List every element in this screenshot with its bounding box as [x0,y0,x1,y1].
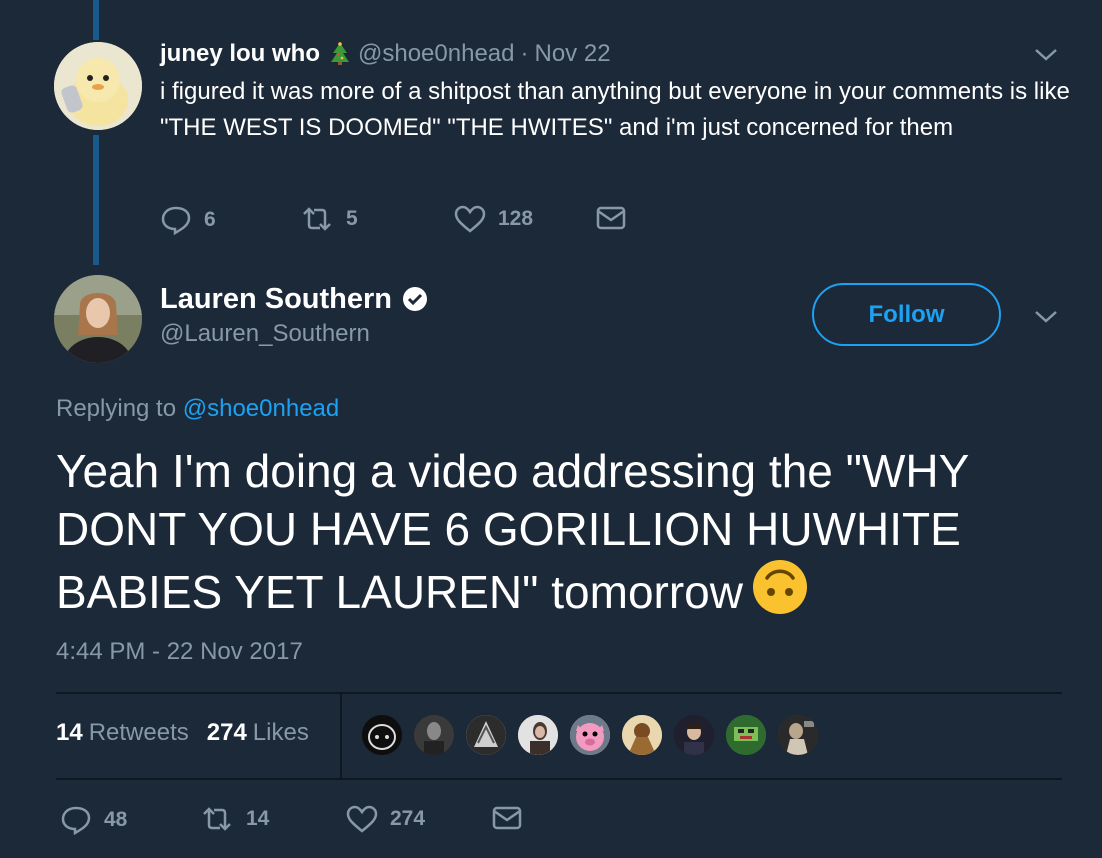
main-author-name[interactable]: Lauren Southern [160,283,392,316]
tweet-timestamp[interactable]: 4:44 PM - 22 Nov 2017 [56,638,303,666]
like-count: 274 [390,807,426,830]
reply-separator: · [520,40,529,67]
liker-avatar[interactable] [412,713,456,757]
liker-avatar[interactable] [516,713,560,757]
retweets-stat[interactable]: 14 Retweets [56,719,189,747]
replying-prefix: Replying to [56,395,177,422]
liker-avatars [360,713,828,757]
chevron-down-icon[interactable] [1032,306,1060,326]
reply-text: i figured it was more of a shitpost than… [160,78,1070,141]
like-count: 128 [498,207,534,230]
dm-button[interactable] [596,205,626,231]
reply-icon [61,806,91,835]
like-icon [454,205,486,233]
liker-avatar[interactable] [568,713,612,757]
likes-stat-count: 274 [206,719,247,746]
dm-icon [596,206,626,230]
retweet-count: 5 [346,207,358,230]
reply-button[interactable]: 6 [160,205,216,235]
retweet-button[interactable]: 14 [200,805,269,833]
main-author-handle[interactable]: @Lauren_Southern [160,320,370,348]
dm-button[interactable] [492,805,522,831]
reply-button[interactable]: 48 [60,805,127,835]
upside-down-face-emoji [751,558,809,629]
verified-icon [402,286,428,312]
follow-button[interactable]: Follow [812,283,1001,346]
dm-icon [492,806,522,830]
reply-avatar[interactable] [54,42,142,130]
tweet-stats: 14 Retweets 274 Likes [56,719,327,747]
liker-avatar[interactable] [464,713,508,757]
divider [340,693,342,779]
retweet-count: 14 [246,807,270,830]
retweets-stat-count: 14 [56,719,83,746]
liker-avatar[interactable] [776,713,820,757]
liker-avatar[interactable] [672,713,716,757]
replying-to: Replying to @shoe0nhead [56,395,339,423]
divider [56,778,1062,780]
reply-header: juney lou who @shoe0nhead · Nov 22 [160,38,611,70]
retweet-icon [203,807,231,831]
liker-avatar[interactable] [620,713,664,757]
reply-count: 6 [204,208,216,231]
likes-stat-label: Likes [252,719,309,746]
replying-handle-link[interactable]: @shoe0nhead [183,395,340,422]
reply-icon [161,206,191,235]
tweet-body: Yeah I'm doing a video addressing the "W… [56,445,969,618]
retweet-icon [303,207,331,231]
liker-avatar[interactable] [360,713,404,757]
reply-author-handle[interactable]: @shoe0nhead [358,40,515,68]
thread-line-bottom [93,135,99,265]
chevron-down-icon[interactable] [1032,44,1060,64]
reply-author-name[interactable]: juney lou who [160,40,320,68]
likes-stat[interactable]: 274 Likes [207,719,309,747]
like-button[interactable]: 274 [346,805,425,833]
liker-avatar[interactable] [724,713,768,757]
like-icon [346,805,378,833]
divider [56,692,1062,694]
retweets-stat-label: Retweets [88,719,189,746]
thread-line-top [93,0,99,40]
main-avatar[interactable] [54,275,142,363]
tweet-text: Yeah I'm doing a video addressing the "W… [56,442,1086,629]
retweet-button[interactable]: 5 [300,205,358,233]
reply-date[interactable]: Nov 22 [535,40,611,68]
christmas-tree-icon [330,42,350,66]
main-header: Lauren Southern [160,280,428,318]
like-button[interactable]: 128 [454,205,533,233]
reply-count: 48 [104,808,128,831]
